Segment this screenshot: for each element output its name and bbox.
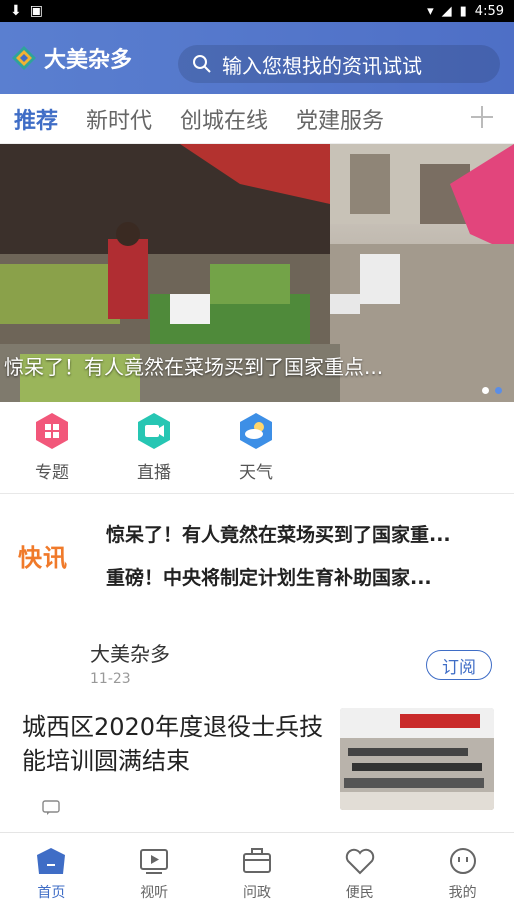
tab-party[interactable]: 党建服务 xyxy=(282,103,398,135)
weather-icon xyxy=(240,413,272,449)
download-icon: ⬇ xyxy=(10,3,22,19)
tabbar-inquiry[interactable]: 问政 xyxy=(217,846,297,902)
quick-live-label: 直播 xyxy=(137,463,171,483)
news-title[interactable]: 城西区2020年度退役士兵技能培训圆满结束 xyxy=(22,710,328,778)
tabbar-services-label: 便民 xyxy=(345,884,374,901)
video-camera-icon xyxy=(138,413,170,449)
logo-icon xyxy=(12,46,36,70)
flash-news[interactable]: 快讯 惊呆了！有人竟然在菜场买到了国家重... 重磅！中央将制定计划生育补助国家… xyxy=(18,520,498,590)
quick-weather-label: 天气 xyxy=(239,463,273,483)
quick-weather[interactable]: 天气 xyxy=(224,412,288,483)
carousel-dot xyxy=(482,387,489,394)
tabbar-profile-label: 我的 xyxy=(448,884,477,901)
flash-news-list: 惊呆了！有人竟然在菜场买到了国家重... 重磅！中央将制定计划生育补助国家... xyxy=(106,520,451,590)
tabbar-inquiry-label: 问政 xyxy=(242,884,271,901)
hero-banner[interactable]: 惊呆了！有人竟然在菜场买到了国家重点... xyxy=(0,144,514,402)
status-time: 4:59 xyxy=(474,3,504,19)
quick-topic-label: 专题 xyxy=(35,463,69,483)
carousel-dots xyxy=(482,387,502,394)
wifi-icon: ▾ xyxy=(427,3,434,19)
news-date: 11-23 xyxy=(90,671,131,687)
battery-icon: ▮ xyxy=(459,3,467,19)
news-thumbnail[interactable] xyxy=(340,708,494,810)
comment-icon[interactable] xyxy=(42,800,60,816)
flash-news-item[interactable]: 惊呆了！有人竟然在菜场买到了国家重... xyxy=(106,520,451,547)
heart-icon xyxy=(345,848,374,874)
tabbar-media-label: 视听 xyxy=(140,884,169,901)
signal-icon: ◢ xyxy=(441,3,452,19)
grid-icon xyxy=(36,413,68,449)
quick-entry-row: 专题 直播 天气 xyxy=(0,402,514,494)
quick-topic[interactable]: 专题 xyxy=(20,412,84,483)
home-icon xyxy=(37,847,66,874)
tab-new-era[interactable]: 新时代 xyxy=(72,103,166,135)
tabbar-profile[interactable]: 我的 xyxy=(423,846,503,902)
status-bar: ⬇ ▣ ▾ ◢ ▮ 4:59 xyxy=(0,0,514,22)
quick-live[interactable]: 直播 xyxy=(122,412,186,483)
tab-recommend[interactable]: 推荐 xyxy=(0,103,72,135)
app-name: 大美杂多 xyxy=(44,48,133,73)
subscribe-button[interactable]: 订阅 xyxy=(426,650,492,680)
app-logo[interactable]: 大美杂多 xyxy=(10,42,132,74)
briefcase-icon xyxy=(242,847,271,873)
add-tab-icon[interactable] xyxy=(468,103,496,131)
flash-news-logo: 快讯 xyxy=(18,543,68,572)
search-input[interactable]: 输入您想找的资讯试试 xyxy=(178,45,500,83)
classroom-photo xyxy=(340,708,494,810)
tabbar-home-label: 首页 xyxy=(37,884,66,901)
tabbar-home[interactable]: 首页 xyxy=(11,846,91,902)
news-source: 大美杂多 xyxy=(90,642,170,666)
tabbar-media[interactable]: 视听 xyxy=(114,846,194,902)
search-icon xyxy=(193,55,211,73)
face-icon xyxy=(449,847,476,874)
search-placeholder: 输入您想找的资讯试试 xyxy=(222,53,422,78)
bottom-tab-bar: 首页 视听 问政 便民 我的 xyxy=(0,832,514,914)
play-icon xyxy=(140,848,169,874)
flash-news-item[interactable]: 重磅！中央将制定计划生育补助国家... xyxy=(106,563,451,590)
tabbar-services[interactable]: 便民 xyxy=(320,846,400,902)
tab-civic[interactable]: 创城在线 xyxy=(166,103,282,135)
banner-caption: 惊呆了！有人竟然在菜场买到了国家重点... xyxy=(4,355,384,379)
category-tabs: 推荐 新时代 创城在线 党建服务 xyxy=(0,94,514,144)
notification-icon: ▣ xyxy=(29,3,43,19)
carousel-dot-active xyxy=(495,387,502,394)
top-header: 大美杂多 输入您想找的资讯试试 xyxy=(0,22,514,94)
